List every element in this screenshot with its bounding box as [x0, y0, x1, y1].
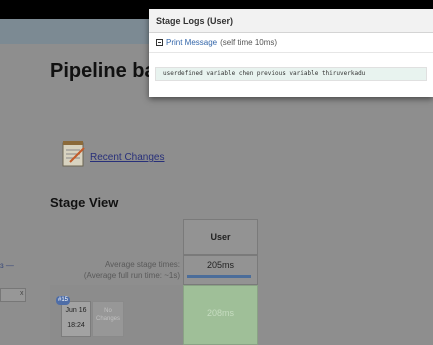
build-time: 18:24 [67, 322, 85, 329]
average-stage-times-label: Average stage times: (Average full run t… [60, 259, 180, 281]
no-changes-label: No Changes [92, 301, 124, 337]
log-step-row[interactable]: Print Message (self time 10ms) [149, 33, 433, 53]
log-output: userdefined variable chen previous varia… [155, 67, 427, 81]
left-panel-close-icon[interactable]: x [20, 290, 24, 297]
build-card[interactable]: Jun 16 18:24 [61, 301, 91, 337]
left-panel-fragment: ɜ — [0, 261, 14, 270]
stage-view-title: Stage View [50, 195, 119, 210]
build-date: Jun 16 [65, 307, 87, 314]
stage-result-cell[interactable]: 208ms [183, 285, 258, 345]
stage-logs-popup: Stage Logs (User) Print Message (self ti… [149, 9, 433, 97]
average-full-run-time-line: (Average full run time: ~1s) [83, 271, 180, 280]
average-stage-times-line: Average stage times: [104, 260, 180, 269]
stage-column-header: User [183, 219, 258, 255]
average-time-bar [187, 275, 251, 278]
log-step-link[interactable]: Print Message [166, 38, 217, 47]
log-step-duration: (self time 10ms) [220, 38, 278, 47]
stage-logs-title: Stage Logs (User) [149, 9, 433, 33]
collapse-icon[interactable] [156, 39, 163, 46]
build-number-badge[interactable]: #15 [56, 296, 70, 305]
notepad-icon [62, 141, 85, 167]
average-stage-time-value: 205ms [183, 255, 258, 285]
recent-changes-link[interactable]: Recent Changes [90, 152, 165, 163]
